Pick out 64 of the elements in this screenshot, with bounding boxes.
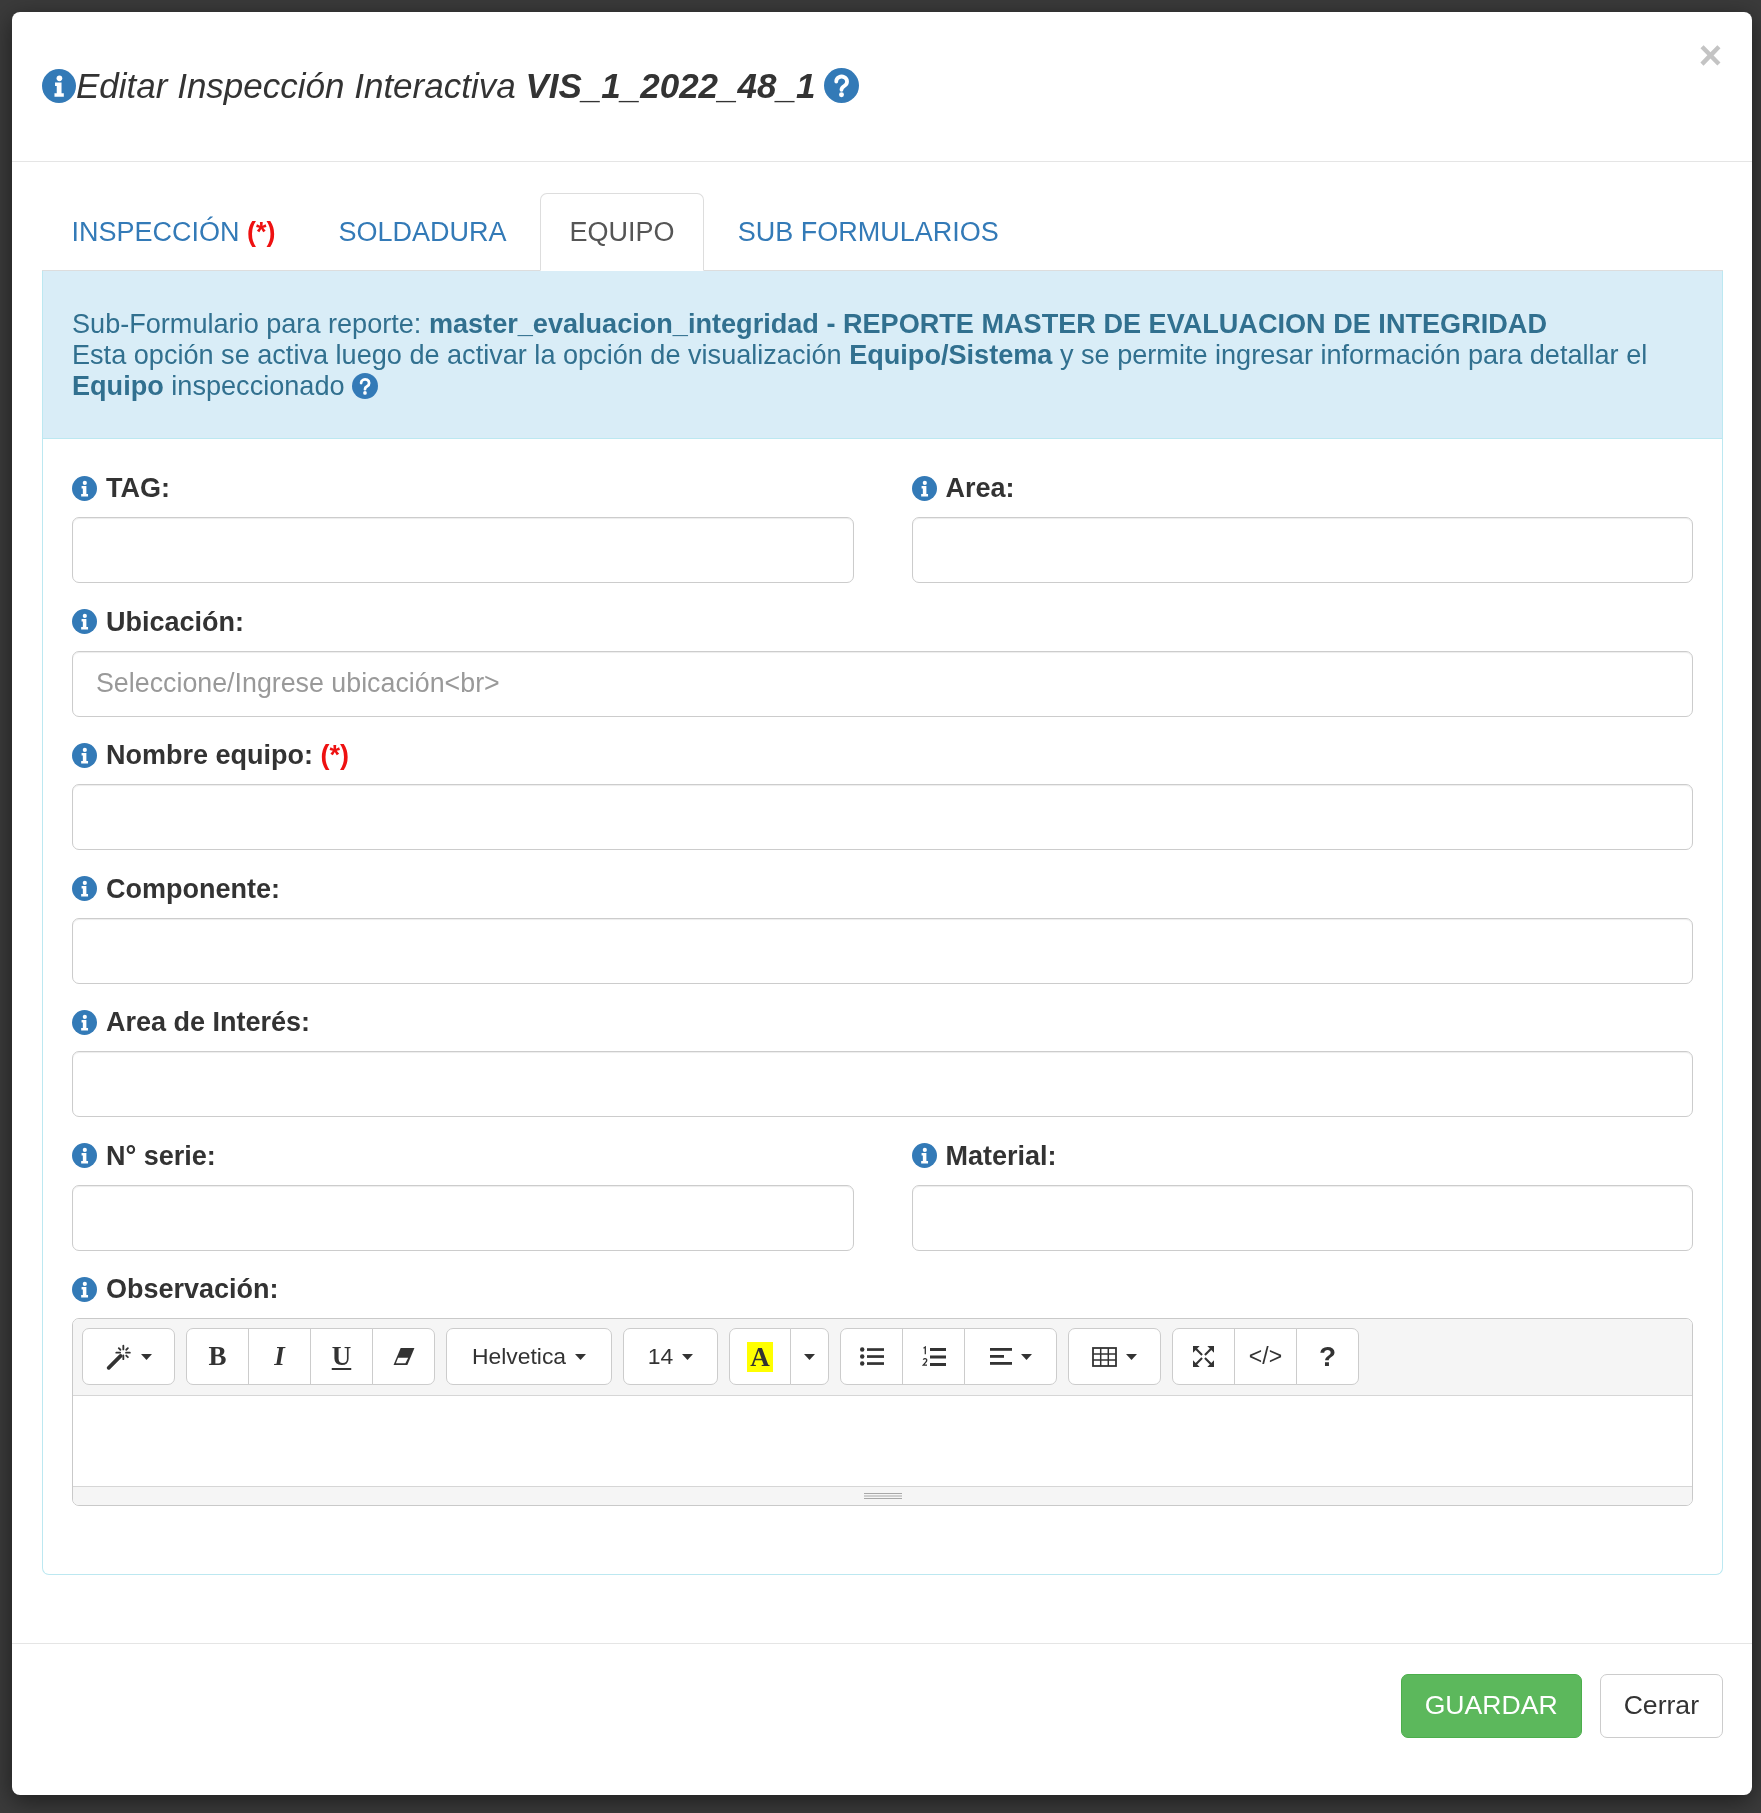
- info-icon: [72, 609, 97, 634]
- info-icon: [911, 475, 937, 501]
- numbered-list-icon: [921, 1345, 946, 1368]
- font-size-button[interactable]: 14: [623, 1328, 718, 1385]
- clear-format-button[interactable]: [372, 1328, 435, 1385]
- info-icon: [72, 1009, 97, 1035]
- tab[interactable]: INSPECCIÓN (*): [42, 193, 306, 271]
- info-icon: [72, 475, 97, 501]
- info-text: Esta opción se activa luego de activar la opción de visualización Equipo/Sistema y se permite ingresar información para detallar el: [72, 339, 1648, 370]
- close-dialog-button[interactable]: Cerrar: [1599, 1673, 1723, 1738]
- info-icon: [42, 68, 76, 103]
- text-input[interactable]: [72, 1184, 854, 1251]
- field-label: Observación:: [106, 1273, 279, 1306]
- text-input[interactable]: Seleccione/Ingrese ubicación<br>: [72, 650, 1693, 717]
- underline-button[interactable]: U: [310, 1328, 373, 1385]
- align-left-icon: [989, 1348, 1012, 1365]
- tab[interactable]: SOLDADURA: [309, 193, 537, 271]
- code-view-button[interactable]: </>: [1234, 1328, 1297, 1385]
- paragraph-button[interactable]: [964, 1328, 1057, 1385]
- text-input[interactable]: [72, 517, 854, 583]
- tab[interactable]: EQUIPO: [540, 193, 705, 271]
- editor-resize-bar[interactable]: [73, 1487, 1692, 1505]
- field-label: Ubicación:: [106, 605, 245, 639]
- text-color-button[interactable]: A: [729, 1328, 791, 1385]
- color-menu-button[interactable]: [790, 1328, 829, 1385]
- tab[interactable]: SUB FORMULARIOS: [708, 193, 1029, 271]
- bold-button[interactable]: B: [186, 1328, 249, 1385]
- style-button[interactable]: [82, 1328, 175, 1385]
- field-label: Componente:: [106, 872, 280, 906]
- field-label: Material:: [945, 1139, 1057, 1173]
- info-text: Equipo inspeccionado: [72, 370, 345, 401]
- text-input[interactable]: [911, 1184, 1693, 1251]
- fullscreen-button[interactable]: [1172, 1328, 1235, 1385]
- info-icon: [72, 876, 97, 901]
- field-label: Area:: [945, 472, 1015, 505]
- help-icon: [824, 68, 860, 103]
- bullet-list-button[interactable]: [840, 1328, 903, 1385]
- help-button[interactable]: ?: [1296, 1328, 1359, 1385]
- info-icon: [72, 1276, 97, 1302]
- italic-button[interactable]: I: [248, 1328, 311, 1385]
- text-input[interactable]: [72, 784, 1693, 850]
- field-label: Area de Interés:: [106, 1006, 311, 1039]
- text-input[interactable]: [911, 517, 1693, 583]
- info-icon: [72, 1143, 97, 1168]
- dialog-title: Editar Inspección Interactiva VIS_1_2022_48_1: [76, 65, 816, 106]
- field-label: N° serie:: [106, 1139, 216, 1173]
- text-input[interactable]: [72, 1051, 1693, 1117]
- resize-grip-icon[interactable]: [863, 1493, 902, 1499]
- info-text: Sub-Formulario para reporte: master_evaluacion_integridad - REPORTE MASTER DE EVALUACION DE INTEGRIDAD: [72, 308, 1547, 339]
- field-label: Nombre equipo: (*): [106, 739, 349, 772]
- info-icon: [911, 1143, 937, 1168]
- help-icon: [352, 373, 379, 399]
- info-icon: [72, 742, 97, 768]
- font-family-button[interactable]: Helvetica: [446, 1328, 612, 1385]
- text-input[interactable]: [72, 917, 1693, 984]
- magic-wand-icon: [105, 1343, 132, 1370]
- table-icon: [1092, 1346, 1117, 1367]
- editor-text-area[interactable]: [73, 1395, 1692, 1487]
- fullscreen-icon: [1193, 1346, 1214, 1367]
- numbered-list-button[interactable]: [902, 1328, 965, 1385]
- eraser-icon: [392, 1347, 415, 1366]
- table-button[interactable]: [1068, 1328, 1161, 1385]
- field-label: TAG:: [106, 472, 170, 505]
- bullet-list-icon: [859, 1347, 884, 1366]
